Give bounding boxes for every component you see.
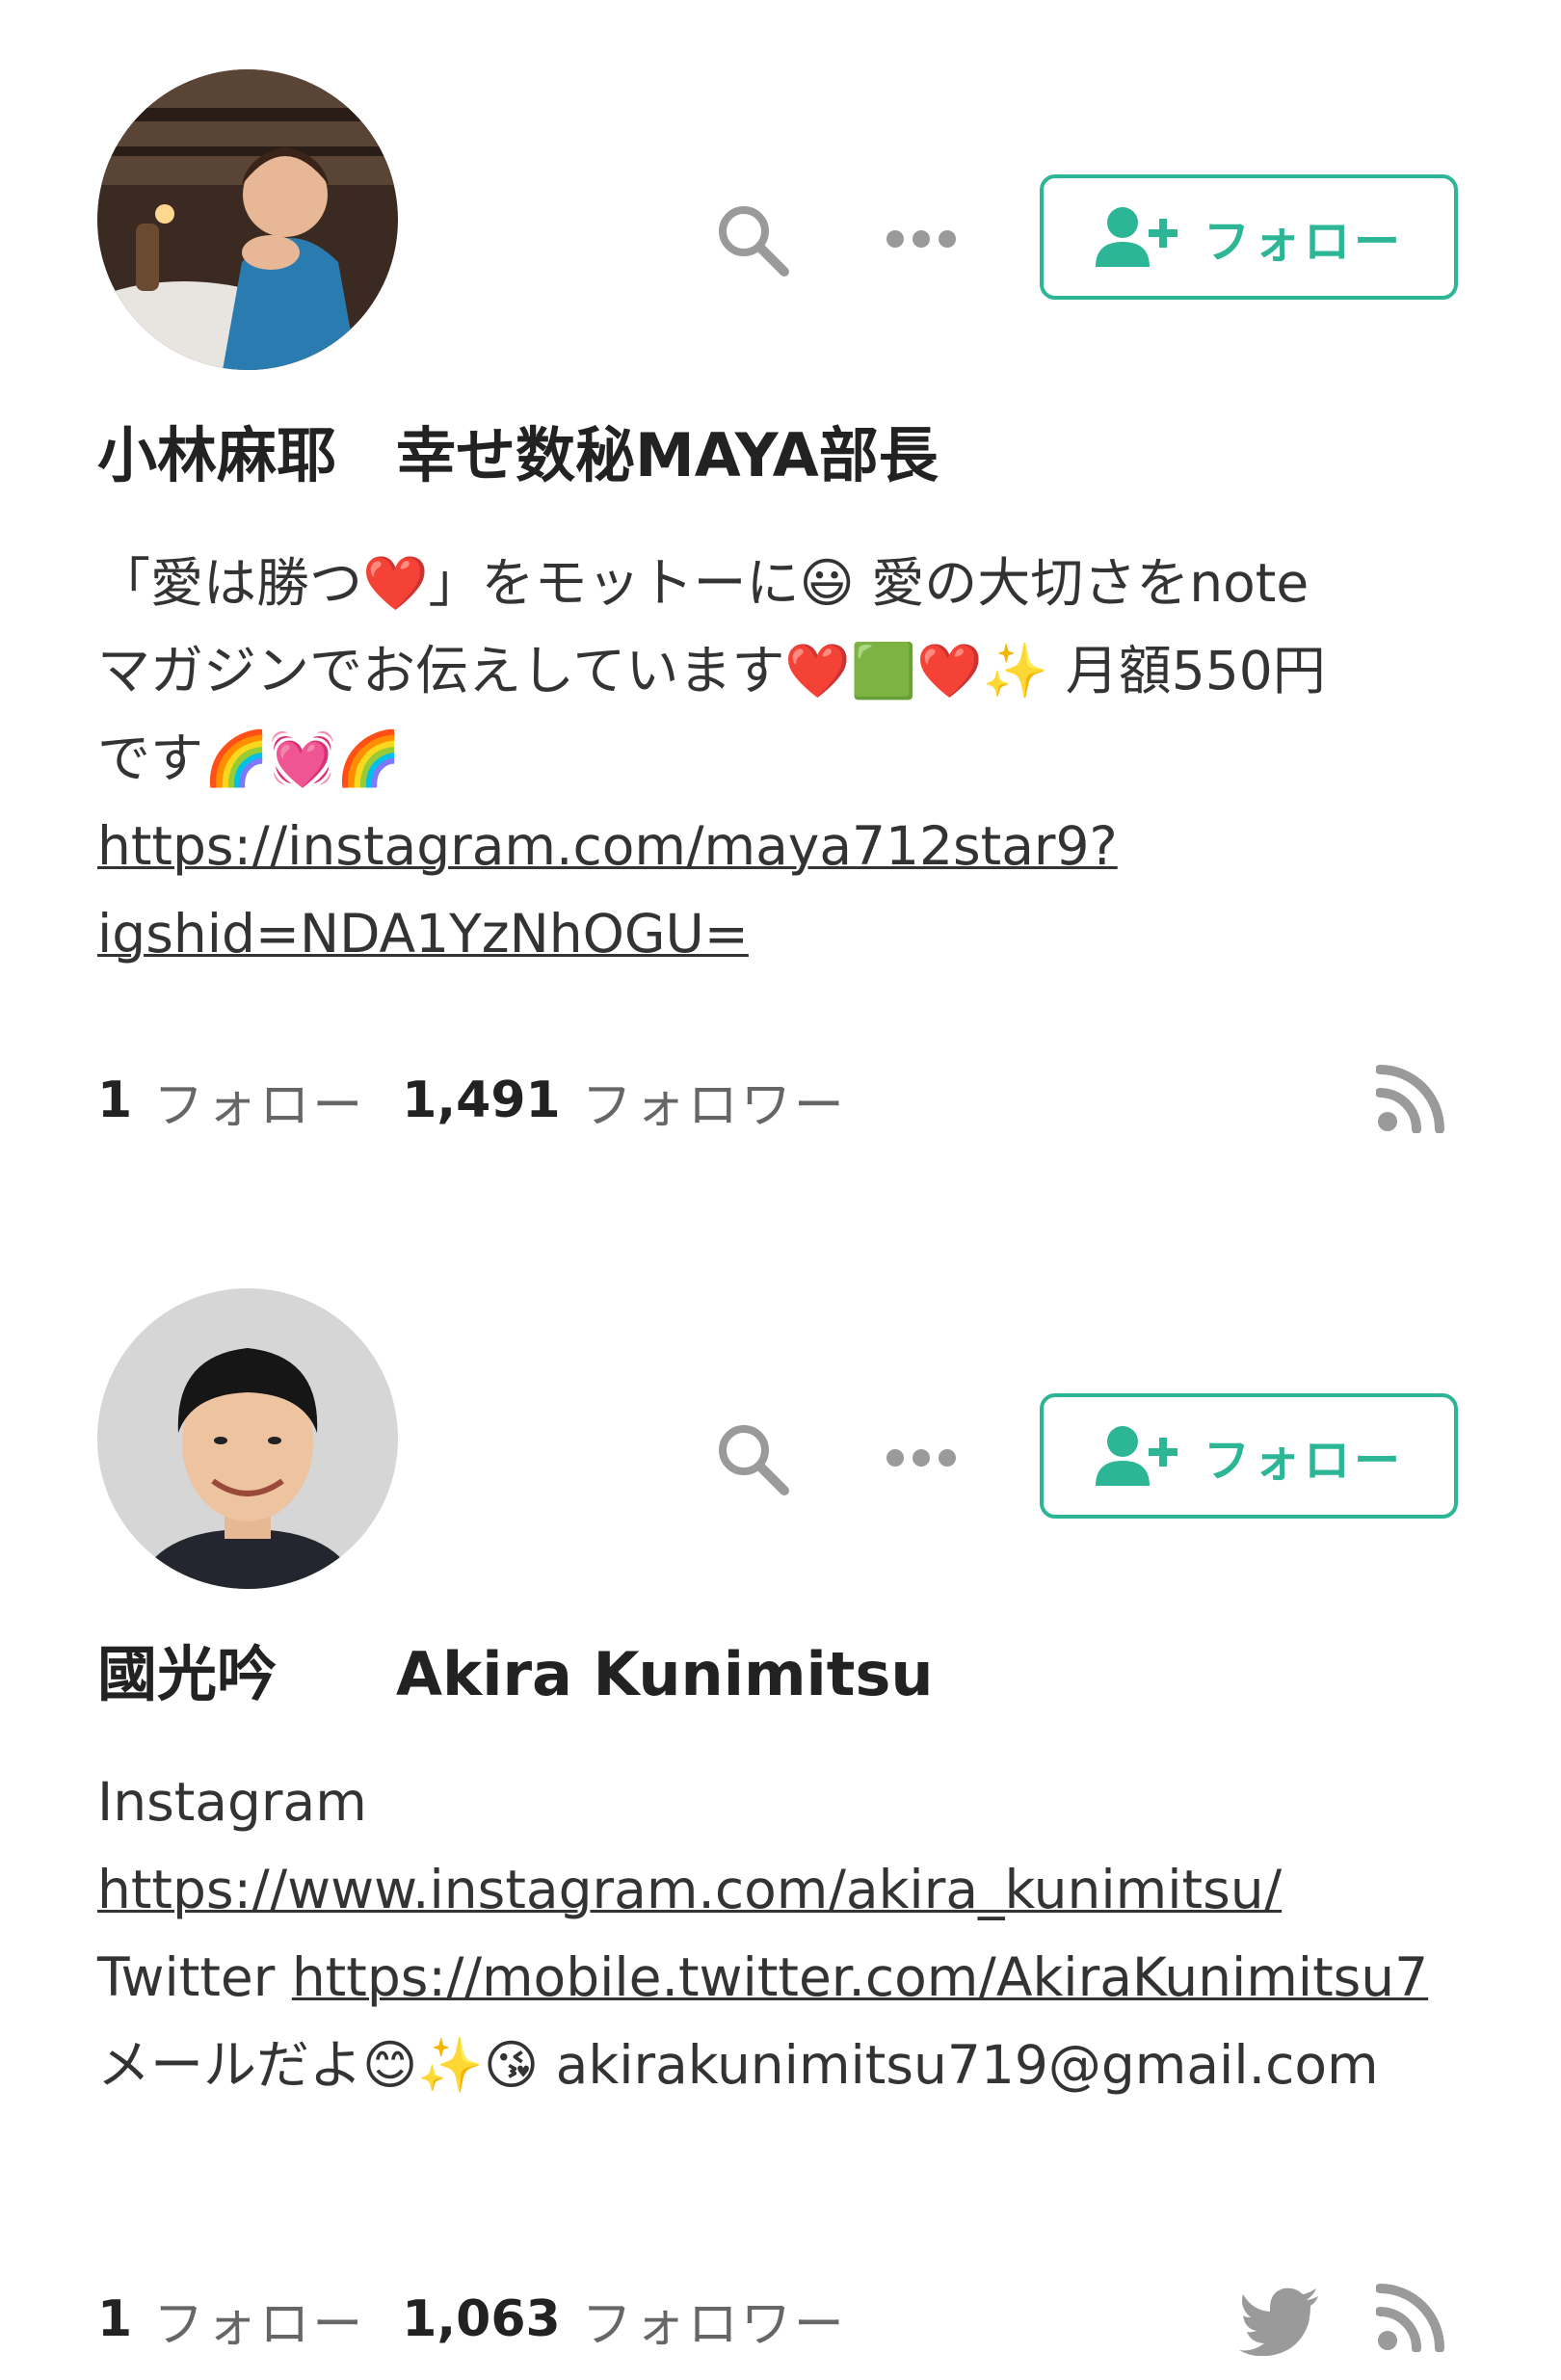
follow-label: フォロー [1203,1434,1404,1488]
follow-button[interactable]: フォロー [1040,174,1458,300]
follow-label: フォロー [1203,215,1404,269]
followers-label[interactable]: フォロワー [582,2284,847,2356]
search-icon[interactable] [715,1421,790,1496]
avatar[interactable] [97,1288,398,1589]
followers-label[interactable]: フォロワー [582,1065,847,1137]
creator-bio: Instagram https://www.instagram.com/akir… [97,1759,1466,2109]
bio-instagram-label: Instagram [97,1771,367,1833]
bio-line: です🌈💓🌈 [97,727,402,789]
bio-line: 「愛は勝つ❤️」をモットーに😃 愛の大切さをnote [97,552,1310,614]
rss-icon[interactable] [1376,1064,1445,1133]
instagram-link[interactable]: https://instagram.com/maya712star9? [97,815,1118,877]
bio-mail-line: メールだよ😊✨😘 akirakunimitsu719@gmail.com [97,2034,1379,2096]
following-label[interactable]: フォロー [153,1065,365,1137]
creator-bio: 「愛は勝つ❤️」をモットーに😃 愛の大切さをnote マガジンでお伝えしています… [97,540,1466,978]
followers-count[interactable]: 1,063 [402,2290,560,2348]
followers-count[interactable]: 1,491 [402,1071,560,1129]
bio-twitter-label: Twitter [97,1946,276,2008]
rss-icon[interactable] [1376,2283,1445,2352]
more-icon[interactable] [883,1439,960,1477]
more-icon[interactable] [883,220,960,258]
creator-name: 國光吟 Akira Kunimitsu [97,1639,934,1709]
creator-name: 小林麻耶 幸せ数秘MAYA部長 [97,420,939,490]
following-label[interactable]: フォロー [153,2284,365,2356]
follow-stats: 1 フォロー 1,491 フォロワー [97,1062,847,1139]
follow-button[interactable]: フォロー [1040,1393,1458,1519]
following-count[interactable]: 1 [97,2290,132,2348]
search-icon[interactable] [715,202,790,278]
add-user-icon [1095,207,1177,267]
instagram-link-continued[interactable]: igshid=NDA1YzNhOGU= [97,903,749,965]
add-user-icon [1095,1426,1177,1486]
bio-line: マガジンでお伝えしています❤️🟩❤️✨ 月額550円 [97,640,1326,701]
twitter-icon[interactable] [1239,2287,1320,2356]
following-count[interactable]: 1 [97,1071,132,1129]
follow-stats: 1 フォロー 1,063 フォロワー [97,2281,847,2358]
avatar[interactable] [97,69,398,370]
twitter-link[interactable]: https://mobile.twitter.com/AkiraKunimits… [292,1946,1428,2008]
instagram-link[interactable]: https://www.instagram.com/akira_kunimits… [97,1859,1282,1920]
